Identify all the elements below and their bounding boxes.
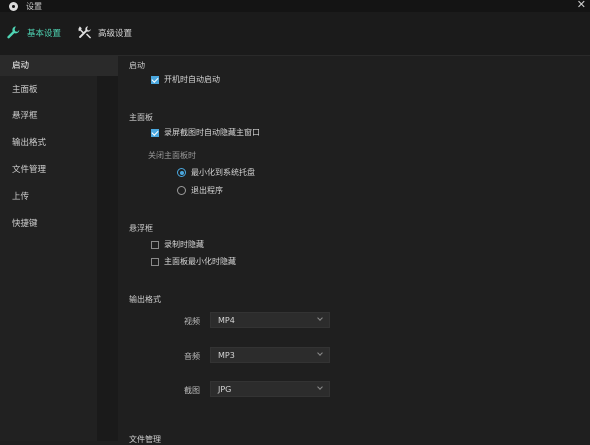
close-button[interactable]: ✕: [577, 0, 586, 11]
sidebar-item-file-management[interactable]: 文件管理: [0, 160, 97, 180]
tools-icon: [78, 26, 91, 39]
hide-when-recording-checkbox[interactable]: [151, 240, 159, 249]
auto-start-checkbox[interactable]: [151, 75, 159, 84]
auto-start-label: 开机时自动启动: [164, 75, 220, 84]
section-title-startup: 启动: [129, 61, 145, 70]
audio-format-value: MP3: [218, 350, 235, 360]
minimize-to-tray-radio[interactable]: [177, 168, 186, 177]
chevron-down-icon: [317, 350, 323, 356]
exit-program-radio[interactable]: [177, 186, 186, 195]
image-format-select[interactable]: JPG: [210, 381, 330, 397]
sidebar-item-floating[interactable]: 悬浮框: [0, 106, 97, 126]
hide-on-capture-label: 录屏截图时自动隐藏主窗口: [164, 128, 260, 137]
minimize-to-tray-label: 最小化到系统托盘: [191, 168, 255, 177]
hide-when-recording-label: 录制时隐藏: [164, 240, 204, 249]
settings-content: 启动 开机时自动启动 主面板 录屏截图时自动隐藏主窗口 关闭主面板时 最小化到系…: [118, 56, 590, 444]
video-format-select[interactable]: MP4: [210, 312, 330, 328]
hide-on-capture-checkbox[interactable]: [151, 128, 159, 137]
wrench-icon: [7, 26, 20, 39]
minimize-to-tray-option[interactable]: 最小化到系统托盘: [177, 167, 255, 178]
video-format-value: MP4: [218, 315, 235, 325]
auto-start-option[interactable]: 开机时自动启动: [151, 74, 220, 85]
chevron-down-icon: [317, 315, 323, 321]
section-title-main-panel: 主面板: [129, 113, 153, 122]
sidebar: 启动 主面板 悬浮框 输出格式 文件管理 上传 快捷键: [0, 56, 118, 441]
image-format-value: JPG: [218, 384, 232, 394]
sidebar-item-hotkeys[interactable]: 快捷键: [0, 214, 97, 234]
sidebar-item-main-panel[interactable]: 主面板: [0, 80, 97, 100]
tab-advanced-settings[interactable]: 高级设置: [77, 25, 132, 40]
window-title: 设置: [26, 1, 42, 11]
sidebar-item-upload[interactable]: 上传: [0, 187, 97, 207]
hide-when-minimized-checkbox[interactable]: [151, 257, 159, 266]
chevron-down-icon: [317, 384, 323, 390]
exit-program-option[interactable]: 退出程序: [177, 185, 223, 196]
tab-label: 基本设置: [27, 28, 62, 39]
audio-format-label: 音频: [184, 352, 200, 361]
exit-program-label: 退出程序: [191, 186, 223, 195]
close-main-panel-label: 关闭主面板时: [148, 151, 196, 160]
audio-format-select[interactable]: MP3: [210, 347, 330, 363]
hide-on-capture-option[interactable]: 录屏截图时自动隐藏主窗口: [151, 127, 260, 138]
section-title-floating: 悬浮框: [129, 224, 153, 233]
video-format-label: 视频: [184, 317, 200, 326]
hide-when-minimized-option[interactable]: 主面板最小化时隐藏: [151, 256, 236, 267]
sidebar-item-startup[interactable]: 启动: [0, 56, 118, 76]
section-title-output-format: 输出格式: [129, 295, 161, 304]
section-title-file-management: 文件管理: [129, 435, 161, 444]
sidebar-item-output-format[interactable]: 输出格式: [0, 133, 97, 153]
title-bar: 设置 ✕: [0, 0, 590, 12]
tab-basic-settings[interactable]: 基本设置: [6, 25, 61, 40]
image-format-label: 截图: [184, 386, 200, 395]
top-tab-bar: 基本设置 高级设置: [0, 12, 590, 56]
app-logo-icon: [9, 1, 18, 11]
tab-label: 高级设置: [98, 28, 133, 39]
hide-when-recording-option[interactable]: 录制时隐藏: [151, 239, 204, 250]
hide-when-minimized-label: 主面板最小化时隐藏: [164, 257, 236, 266]
